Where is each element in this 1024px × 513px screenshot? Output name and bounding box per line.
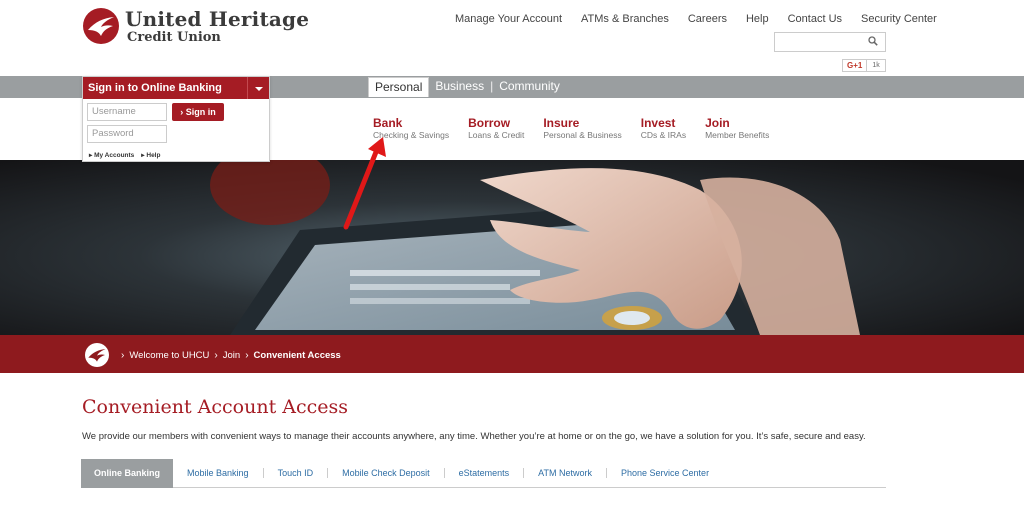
nav-insure[interactable]: Insure Personal & Business	[543, 116, 622, 141]
nav-invest-title: Invest	[640, 116, 676, 130]
brand-subname: Credit Union	[127, 29, 221, 45]
topnav-help-link[interactable]: Help	[746, 13, 769, 25]
password-field[interactable]: Password	[87, 125, 167, 143]
social-share: G+1 1k	[842, 59, 886, 72]
my-accounts-label: My Accounts	[94, 152, 135, 159]
chevron-right-icon: ›	[245, 349, 249, 361]
nav-join-title: Join	[705, 116, 730, 130]
breadcrumb-current: Convenient Access	[253, 349, 341, 361]
hero-image	[0, 160, 1024, 335]
eagle-logo-icon	[83, 8, 119, 44]
search-input[interactable]	[774, 32, 886, 52]
page: United Heritage Credit Union Manage Your…	[0, 0, 1024, 513]
signin-button[interactable]: › Sign in	[172, 103, 224, 121]
annotation-arrow	[343, 137, 386, 230]
utility-nav: Manage Your Account ATMs & Branches Care…	[455, 13, 956, 25]
search-icon[interactable]	[868, 36, 878, 49]
tab-mobile-banking[interactable]: Mobile Banking	[173, 468, 263, 478]
nav-borrow[interactable]: Borrow Loans & Credit	[468, 116, 525, 141]
signin-title-text: Sign in to Online Banking	[88, 82, 222, 94]
username-field[interactable]: Username	[87, 103, 167, 121]
tab-estatements[interactable]: eStatements	[443, 468, 524, 478]
signin-help-link[interactable]: ▸ Help	[141, 151, 160, 159]
brand-name: United Heritage	[125, 6, 310, 31]
topnav-security-link[interactable]: Security Center	[861, 13, 937, 25]
signin-help-label: Help	[146, 152, 161, 159]
nav-invest[interactable]: Invest CDs & IRAs	[640, 116, 687, 141]
tab-phone-service-center[interactable]: Phone Service Center	[606, 468, 723, 478]
brand-logo[interactable]: United Heritage Credit Union	[83, 8, 309, 44]
page-intro: We provide our members with convenient w…	[82, 431, 866, 442]
signin-links: ▸ My Accounts ▸ Help	[89, 151, 160, 159]
topnav-careers-link[interactable]: Careers	[688, 13, 727, 25]
access-tabs: Online Banking Mobile Banking Touch ID M…	[81, 458, 886, 488]
chevron-right-icon: ›	[180, 107, 184, 117]
nav-join-subtitle: Member Benefits	[705, 130, 770, 140]
tab-business[interactable]: Business	[429, 77, 490, 97]
tab-personal[interactable]: Personal	[368, 77, 430, 97]
chevron-right-icon: ›	[121, 349, 125, 361]
nav-join[interactable]: Join Member Benefits	[705, 116, 770, 141]
chevron-down-icon[interactable]	[247, 77, 269, 99]
main-nav: Bank Checking & Savings Borrow Loans & C…	[373, 116, 788, 141]
topnav-manage-account-link[interactable]: Manage Your Account	[455, 13, 562, 25]
tab-online-banking[interactable]: Online Banking	[81, 458, 174, 488]
topnav-atms-branches-link[interactable]: ATMs & Branches	[581, 13, 669, 25]
tab-mobile-check-deposit[interactable]: Mobile Check Deposit	[327, 468, 444, 478]
breadcrumb-join[interactable]: Join	[223, 350, 240, 361]
tab-atm-network[interactable]: ATM Network	[523, 468, 606, 478]
nav-borrow-title: Borrow	[468, 116, 511, 130]
segment-tabs: Personal Business | Community	[368, 77, 566, 97]
breadcrumb: › Welcome to UHCU › Join › Convenient Ac…	[85, 343, 341, 367]
signin-panel: Sign in to Online Banking Username Passw…	[82, 76, 270, 162]
nav-invest-subtitle: CDs & IRAs	[640, 130, 687, 140]
chevron-right-icon: ›	[214, 349, 218, 361]
my-accounts-link[interactable]: ▸ My Accounts	[89, 151, 134, 159]
tab-touch-id[interactable]: Touch ID	[262, 468, 328, 478]
topnav-contact-link[interactable]: Contact Us	[788, 13, 842, 25]
signin-title: Sign in to Online Banking	[83, 77, 269, 99]
breadcrumb-welcome[interactable]: Welcome to UHCU	[129, 350, 209, 361]
page-title: Convenient Account Access	[82, 396, 348, 418]
nav-bank-title: Bank	[373, 116, 403, 130]
share-count: 1k	[867, 59, 886, 72]
nav-insure-title: Insure	[543, 116, 580, 130]
nav-borrow-subtitle: Loans & Credit	[468, 130, 525, 140]
signin-button-label: Sign in	[185, 107, 216, 117]
google-plus-button[interactable]: G+1	[842, 59, 868, 72]
tab-community[interactable]: Community	[493, 77, 566, 97]
nav-insure-subtitle: Personal & Business	[543, 130, 622, 140]
home-icon[interactable]	[85, 343, 109, 367]
